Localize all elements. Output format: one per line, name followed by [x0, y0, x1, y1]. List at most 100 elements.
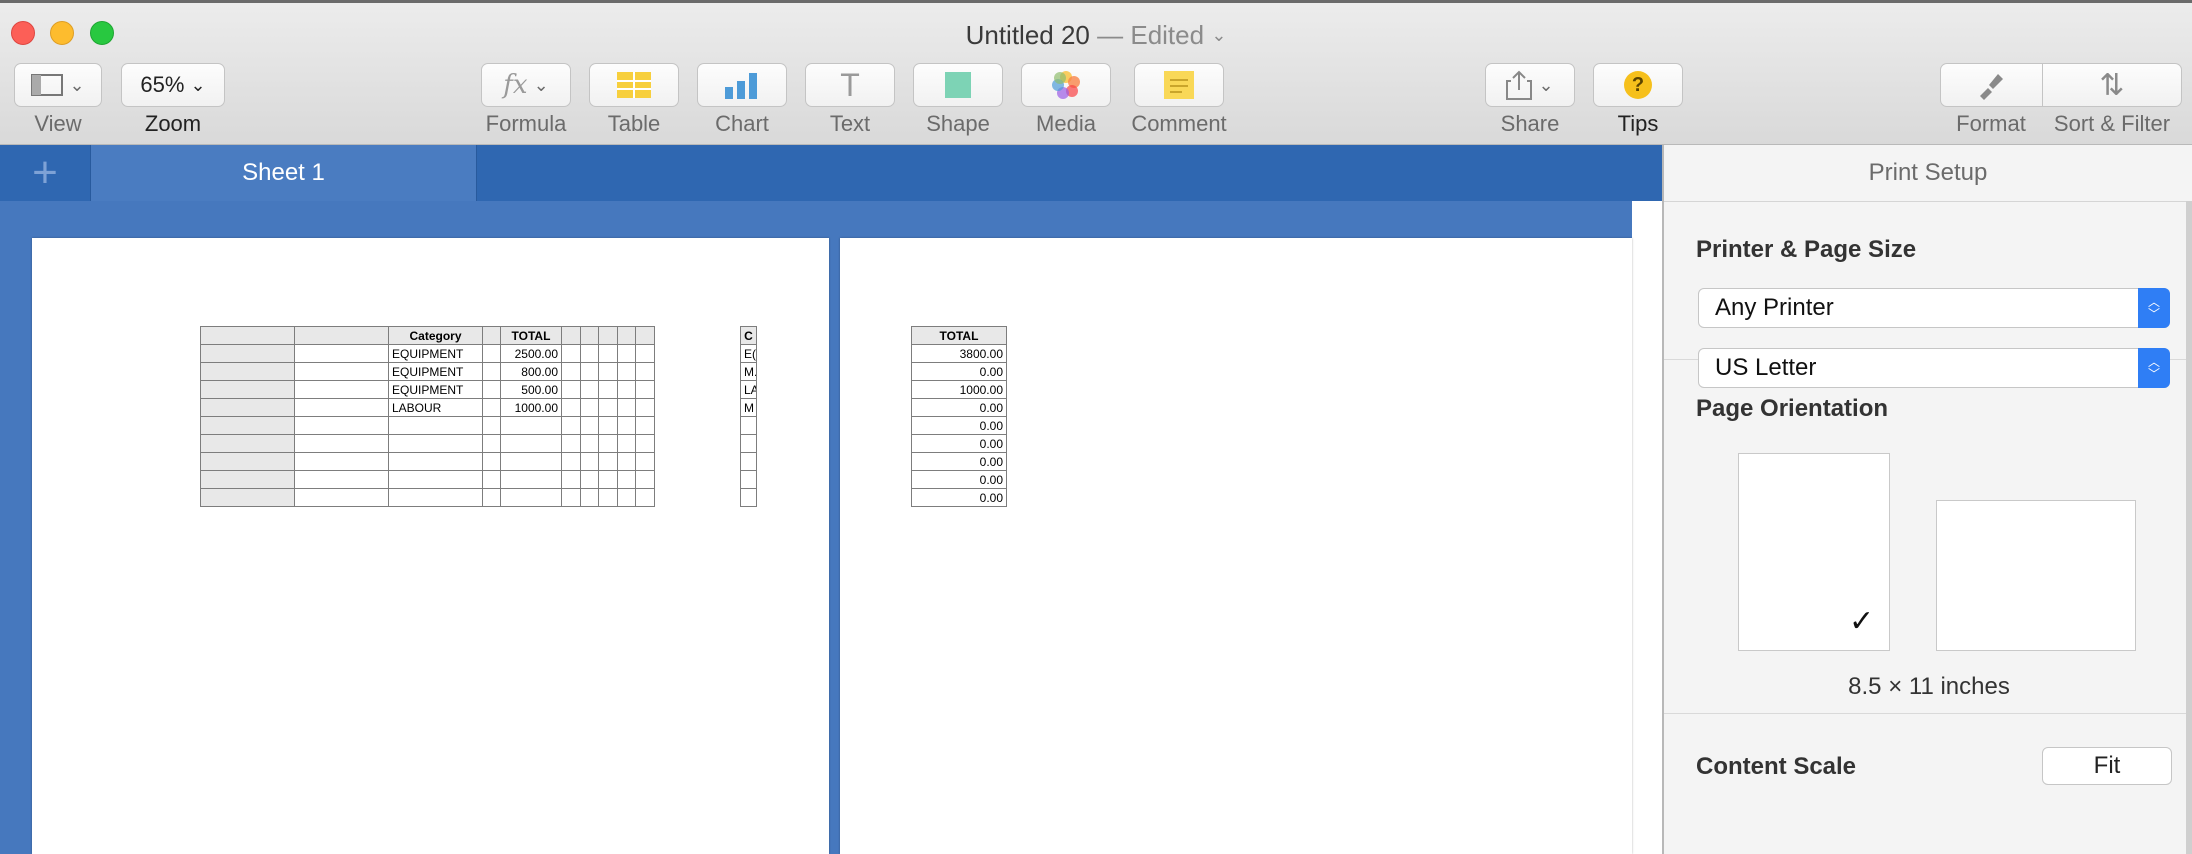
fit-button[interactable]: Fit — [2042, 747, 2172, 785]
add-sheet-button[interactable]: + — [0, 145, 91, 201]
table-cell — [561, 434, 581, 453]
table-cell — [580, 398, 599, 417]
view-button[interactable]: ⌄ — [14, 63, 102, 107]
media-label: Media — [1036, 111, 1096, 136]
sort-filter-button[interactable]: ⇅ — [2042, 63, 2182, 107]
media-tool[interactable]: Media — [1021, 63, 1111, 137]
table-cell — [561, 398, 581, 417]
table-cell — [482, 416, 501, 435]
category-cell: M. — [740, 362, 757, 381]
total-cell: 0.00 — [911, 488, 1007, 507]
row-header-cell — [200, 452, 295, 471]
zoom-select[interactable]: 65% ⌄ — [121, 63, 225, 107]
category-cell — [388, 488, 483, 507]
plus-icon: + — [32, 148, 58, 197]
table-header-row: Category TOTAL — [200, 326, 655, 345]
table-row: M — [740, 398, 757, 417]
table-cell — [617, 344, 636, 363]
shape-label: Shape — [926, 111, 990, 136]
table-cell — [635, 488, 655, 507]
table-row: EQUIPMENT 500.00 — [200, 380, 655, 399]
zoom-tool[interactable]: 65% ⌄ Zoom — [121, 63, 225, 137]
text-tool[interactable]: T Text — [805, 63, 895, 137]
tips-tool[interactable]: ? Tips — [1593, 63, 1683, 137]
total-cell — [500, 488, 562, 507]
total-cell: 1000.00 — [500, 398, 562, 417]
category-cell — [740, 488, 757, 507]
category-cell: EQUIPMENT — [388, 362, 483, 381]
tips-label: Tips — [1617, 111, 1659, 136]
chevron-down-icon: ⌄ — [1211, 25, 1227, 45]
total-cell: 800.00 — [500, 362, 562, 381]
sort-filter-tool[interactable]: ⇅ Sort & Filter — [2042, 63, 2182, 137]
table-button[interactable] — [589, 63, 679, 107]
table-cell — [635, 470, 655, 489]
table-row — [740, 416, 757, 435]
format-tool[interactable]: Format — [1940, 63, 2042, 137]
table-cell — [617, 380, 636, 399]
category-cell — [388, 452, 483, 471]
comment-tool[interactable]: Comment — [1131, 63, 1227, 137]
table-row: LA — [740, 380, 757, 399]
view-icon — [31, 74, 64, 96]
total-cell — [500, 470, 562, 489]
share-tool[interactable]: ⌄ Share — [1485, 63, 1575, 137]
share-button[interactable]: ⌄ — [1485, 63, 1575, 107]
format-icon — [1980, 74, 2003, 100]
table-row: 0.00 — [911, 398, 1007, 417]
column-header — [561, 326, 581, 345]
text-button[interactable]: T — [805, 63, 895, 107]
table-cell — [635, 398, 655, 417]
table-cell — [598, 344, 618, 363]
category-cell — [740, 434, 757, 453]
table-cell — [580, 344, 599, 363]
table-cell — [580, 488, 599, 507]
sheet-tab-bar: + Sheet 1 — [0, 145, 1662, 201]
printer-section-heading: Printer & Page Size — [1696, 236, 1917, 263]
view-tool[interactable]: ⌄ View — [14, 63, 102, 137]
panel-scrollbar[interactable] — [2186, 201, 2192, 854]
total-cell: 0.00 — [911, 470, 1007, 489]
landscape-option[interactable] — [1936, 500, 2136, 651]
orientation-section-heading: Page Orientation — [1696, 395, 1889, 422]
table-row — [740, 452, 757, 471]
total-cell: 2500.00 — [500, 344, 562, 363]
tips-button[interactable]: ? — [1593, 63, 1683, 107]
chart-tool[interactable]: Chart — [697, 63, 787, 137]
media-icon — [1052, 71, 1080, 99]
row-header-cell — [200, 470, 295, 489]
page1-clipped-table: CE(M.LAM — [740, 326, 757, 507]
table-cell — [617, 416, 636, 435]
printer-select[interactable]: Any Printer ︿ ﹀ — [1698, 288, 2170, 328]
chart-button[interactable] — [697, 63, 787, 107]
table-row: LABOUR 1000.00 — [200, 398, 655, 417]
table-cell — [294, 380, 389, 399]
table-row — [200, 416, 655, 435]
media-button[interactable] — [1021, 63, 1111, 107]
table-row — [740, 470, 757, 489]
shape-tool[interactable]: Shape — [913, 63, 1003, 137]
portrait-option[interactable]: ✓ — [1738, 453, 1890, 651]
table-cell — [561, 344, 581, 363]
format-button[interactable] — [1940, 63, 2042, 107]
formula-tool[interactable]: fx ⌄ Formula — [481, 63, 571, 137]
window-title[interactable]: Untitled 20 — Edited ⌄ — [0, 20, 2192, 51]
table-tool[interactable]: Table — [589, 63, 679, 137]
shape-button[interactable] — [913, 63, 1003, 107]
category-cell — [388, 416, 483, 435]
formula-button[interactable]: fx ⌄ — [481, 63, 571, 107]
content-scale-section: Content Scale Fit — [1664, 713, 2192, 854]
column-header — [617, 326, 636, 345]
table-cell — [580, 452, 599, 471]
column-header — [598, 326, 618, 345]
table-cell — [482, 344, 501, 363]
print-page-1: Category TOTAL EQUIPMENT 2500.00 EQUIPMENT 80… — [32, 238, 829, 854]
table-row — [200, 470, 655, 489]
share-icon — [1506, 70, 1533, 100]
tab-sheet-1[interactable]: Sheet 1 — [91, 145, 477, 201]
table-row: E( — [740, 344, 757, 363]
comment-button[interactable] — [1134, 63, 1224, 107]
table-cell — [482, 434, 501, 453]
table-row: EQUIPMENT 2500.00 — [200, 344, 655, 363]
category-cell: LA — [740, 380, 757, 399]
